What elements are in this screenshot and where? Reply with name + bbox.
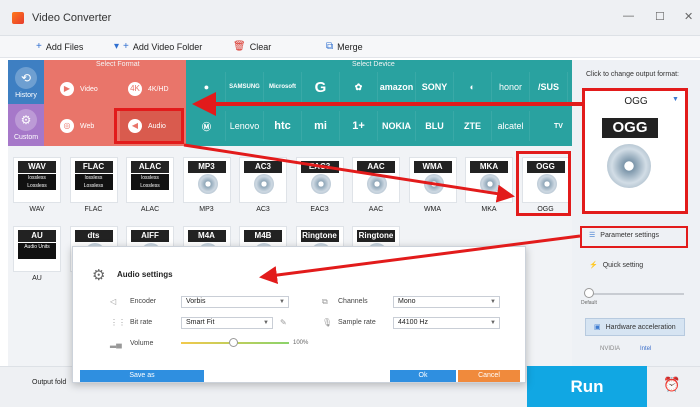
arrow-to-dialog <box>259 234 581 285</box>
annotation-arrows <box>183 92 583 285</box>
arrow-to-ogg <box>183 143 515 203</box>
